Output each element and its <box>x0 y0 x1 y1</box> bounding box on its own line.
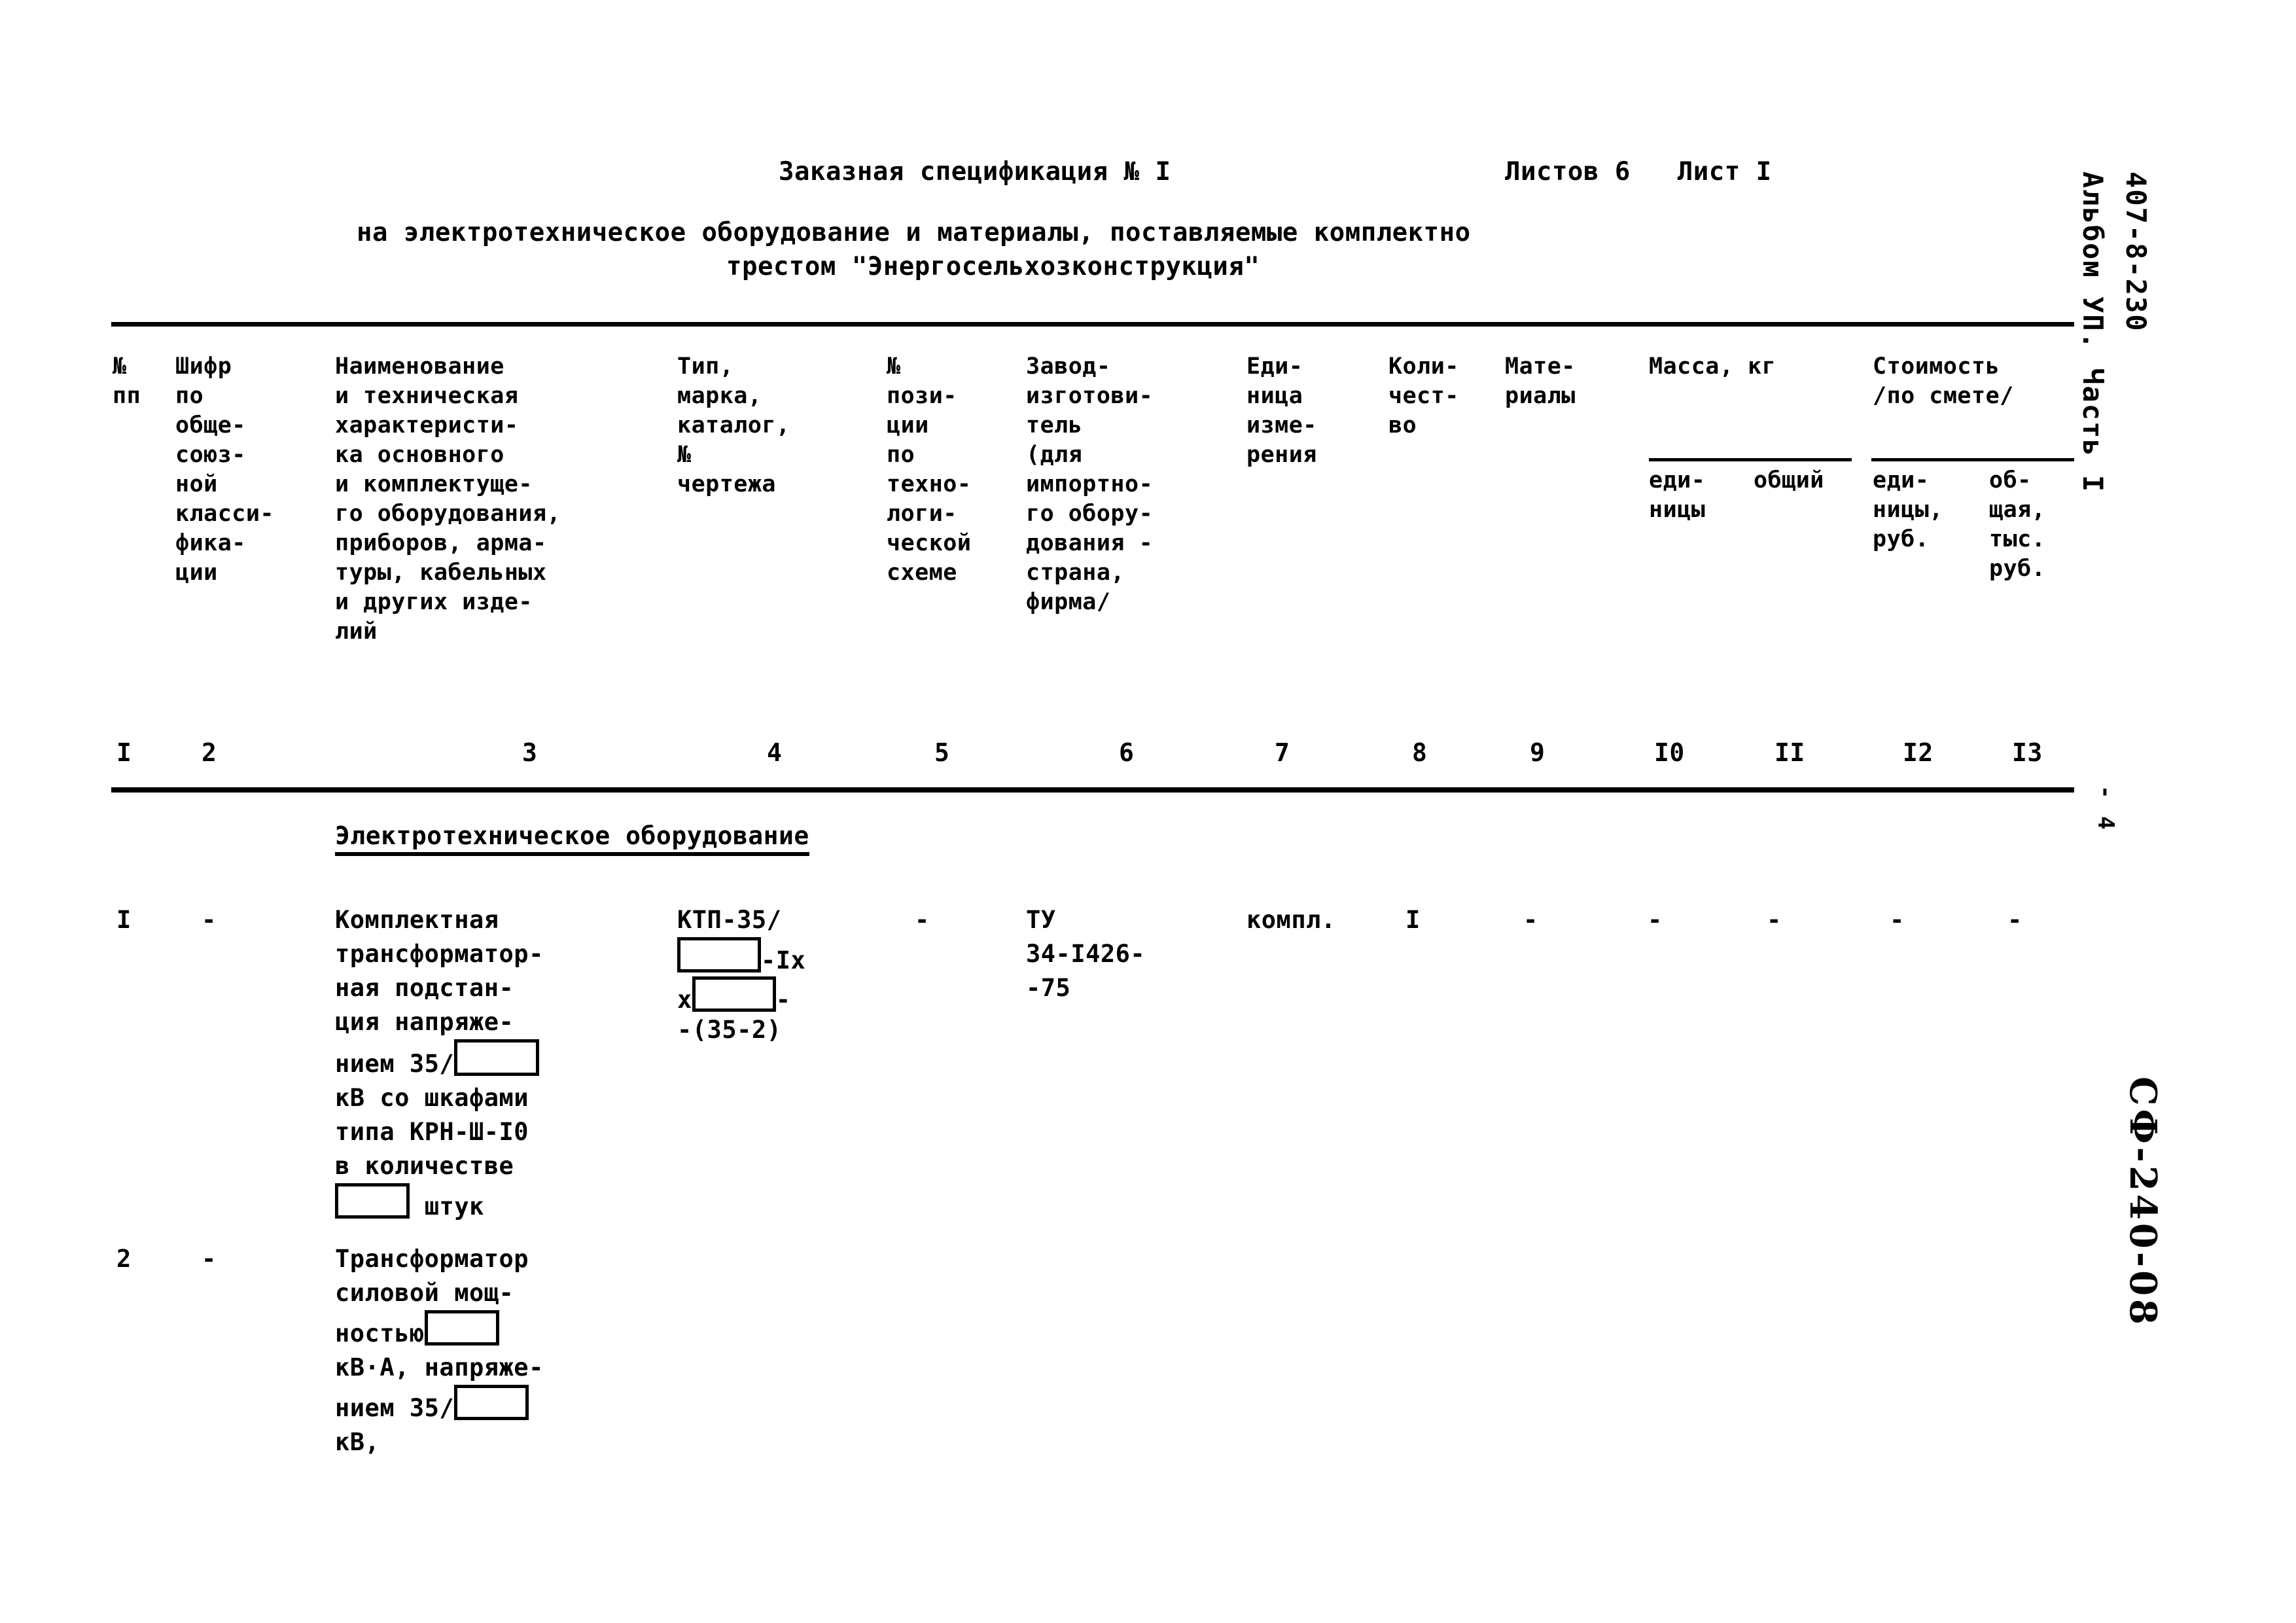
row-1-name: Комплектная трансформатор- ная подстан- … <box>335 903 643 1224</box>
header-col-4: Тип, марка, каталог, № чертежа <box>677 353 790 497</box>
header-group-cost-note: /по смете/ <box>1873 383 2014 409</box>
row-1-cost-unit: - <box>1890 906 1905 934</box>
row-1-name-part-2: кВ со шкафами типа КРН-Ш-I0 в количестве <box>335 1084 529 1180</box>
header-col-8: Коли- чест- во <box>1388 353 1459 438</box>
row-1-quantity-blank-box[interactable] <box>335 1183 410 1219</box>
row-1-mass-unit: - <box>1648 906 1663 934</box>
row-1-type-blank-box-2[interactable] <box>692 976 776 1012</box>
header-col-5: № пози- ции по техно- логи- ческой схеме <box>887 353 972 586</box>
row-1-position: - <box>915 906 930 934</box>
row-1-type-line-2: -Iх <box>677 937 805 978</box>
column-number-11: II <box>1775 738 1805 767</box>
column-number-3: 3 <box>522 738 538 767</box>
header-group-cost: Стоимость <box>1873 353 2000 380</box>
row-1-type-suffix-2: - <box>775 986 791 1014</box>
column-number-8: 8 <box>1412 738 1428 767</box>
header-col-9: Мате- риалы <box>1505 353 1576 409</box>
header-col-2: Шифр по обще- союз- ной класси- фика- ци… <box>175 353 275 586</box>
row-1-manufacturer: ТУ 34-I426- -75 <box>1026 906 1146 1002</box>
row-1-unit: компл. <box>1246 906 1336 934</box>
row-1-number: I <box>116 906 132 934</box>
row-1-mass-total: - <box>1767 906 1782 934</box>
page-title: Заказная спецификация № I <box>779 157 1171 187</box>
row-1-type-suffix-1: -Iх <box>761 946 806 974</box>
row-1-name-part-3: штук <box>410 1192 484 1221</box>
header-group-mass: Масса, кг <box>1649 353 1776 380</box>
row-2-number: 2 <box>116 1245 132 1273</box>
row-1-type-line-3: х- <box>677 976 791 1017</box>
page-marker: - 4 <box>2093 785 2119 832</box>
section-heading-electrical-equipment: Электротехническое оборудование <box>335 821 809 856</box>
column-number-1: I <box>116 738 132 767</box>
column-number-2: 2 <box>202 738 217 767</box>
row-1-quantity: I <box>1405 906 1421 934</box>
row-2-power-blank-box[interactable] <box>424 1310 499 1346</box>
row-1-voltage-blank-box[interactable] <box>454 1039 540 1076</box>
row-2-name-part-3: кВ, <box>335 1428 380 1456</box>
margin-code-line-1: 407-8-230 <box>2120 171 2152 332</box>
table-top-rule <box>111 322 2074 327</box>
row-1-type-line-4: -(35-2) <box>677 1016 782 1044</box>
column-numbers-rule <box>111 787 2074 793</box>
margin-code-line-2: Альбом УП. Часть I <box>2077 171 2109 493</box>
sheet-count-label: Листов 6 Лист I <box>1505 157 1772 187</box>
header-mass-total: общий <box>1754 467 1824 493</box>
column-number-4: 4 <box>767 738 783 767</box>
header-col-3: Наименование и техническая характеристи-… <box>335 353 561 645</box>
row-1-materials: - <box>1523 906 1538 934</box>
subtitle-line-1: на электротехническое оборудование и мат… <box>357 218 1471 247</box>
cost-group-rule <box>1871 458 2074 461</box>
column-number-7: 7 <box>1275 738 1290 767</box>
header-mass-unit: еди- ницы <box>1649 467 1706 523</box>
margin-stamp: СФ-240-08 <box>2121 1077 2164 1329</box>
header-cost-unit: еди- ницы, руб. <box>1873 467 1943 552</box>
header-col-7: Еди- ница изме- рения <box>1246 353 1317 468</box>
column-number-12: I2 <box>1903 738 1934 767</box>
document-page: Заказная спецификация № I Листов 6 Лист … <box>0 0 2296 1623</box>
subtitle-line-2: трестом "Энергосельхозконструкция" <box>726 252 1260 281</box>
row-2-name: Трансформатор силовой мощ- ностью кВ·А, … <box>335 1242 649 1459</box>
column-number-13: I3 <box>2012 738 2043 767</box>
row-1-type-prefix-2: х <box>677 986 692 1014</box>
row-1-cost-total: - <box>2007 906 2022 934</box>
column-number-9: 9 <box>1530 738 1545 767</box>
row-1-type-blank-box-1[interactable] <box>677 937 761 972</box>
column-number-5: 5 <box>934 738 950 767</box>
header-col-6: Завод- изготови- тель (для импортно- го … <box>1026 353 1154 615</box>
row-2-voltage-blank-box[interactable] <box>454 1385 529 1420</box>
column-number-10: I0 <box>1654 738 1685 767</box>
row-2-code: - <box>202 1245 217 1273</box>
header-cost-total: об- щая, тыс. руб. <box>1989 467 2046 582</box>
row-1-code: - <box>202 906 217 934</box>
row-1-type-line-1: КТП-35/ <box>677 906 782 934</box>
mass-group-rule <box>1649 458 1852 461</box>
header-col-1: № пп <box>113 353 141 409</box>
column-number-6: 6 <box>1119 738 1135 767</box>
